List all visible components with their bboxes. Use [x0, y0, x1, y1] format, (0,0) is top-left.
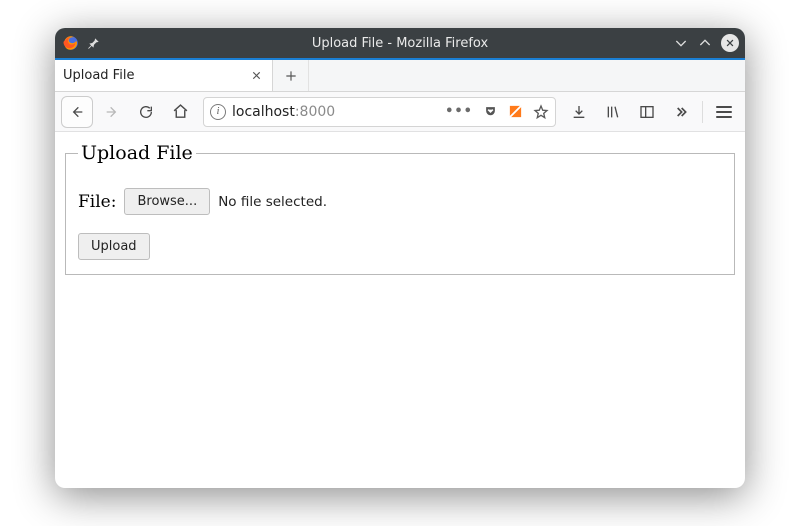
toolbar: i localhost:8000 ••• — [55, 92, 745, 132]
sidebar-button[interactable] — [632, 97, 662, 127]
overflow-button[interactable] — [666, 97, 696, 127]
bookmark-star-icon[interactable] — [533, 104, 549, 120]
forward-button[interactable] — [97, 97, 127, 127]
address-port: :8000 — [295, 104, 335, 120]
library-button[interactable] — [598, 97, 628, 127]
back-button[interactable] — [61, 96, 93, 128]
toolbar-separator — [702, 101, 703, 123]
file-label: File: — [78, 192, 116, 212]
address-text: localhost:8000 — [232, 104, 439, 120]
site-info-icon[interactable]: i — [210, 104, 226, 120]
new-tab-button[interactable] — [273, 60, 309, 91]
downloads-button[interactable] — [564, 97, 594, 127]
window-title: Upload File - Mozilla Firefox — [55, 36, 745, 51]
tabstrip: Upload File — [55, 58, 745, 92]
reload-button[interactable] — [131, 97, 161, 127]
browser-window: Upload File - Mozilla Firefox Upload Fil… — [55, 28, 745, 488]
tab-label: Upload File — [63, 68, 248, 83]
firefox-icon — [61, 33, 81, 53]
file-status-text: No file selected. — [218, 194, 327, 210]
pin-icon[interactable] — [85, 34, 103, 52]
upload-button[interactable]: Upload — [78, 233, 150, 260]
page-actions-icon[interactable]: ••• — [445, 104, 473, 119]
tab-active[interactable]: Upload File — [55, 60, 273, 91]
pocket-icon[interactable] — [483, 104, 498, 119]
close-button[interactable] — [721, 34, 739, 52]
maximize-button[interactable] — [697, 35, 713, 51]
hamburger-menu-button[interactable] — [709, 97, 739, 127]
titlebar: Upload File - Mozilla Firefox — [55, 28, 745, 58]
window-controls — [673, 34, 739, 52]
upload-fieldset: Upload File File: Browse... No file sele… — [65, 142, 735, 275]
tab-close-icon[interactable] — [248, 68, 264, 84]
file-row: File: Browse... No file selected. — [78, 188, 722, 215]
fieldset-legend: Upload File — [78, 142, 196, 164]
page-content: Upload File File: Browse... No file sele… — [55, 132, 745, 285]
urlbar[interactable]: i localhost:8000 ••• — [203, 97, 556, 127]
home-button[interactable] — [165, 97, 195, 127]
browse-button[interactable]: Browse... — [124, 188, 210, 215]
minimize-button[interactable] — [673, 35, 689, 51]
extension-icon[interactable] — [508, 104, 523, 119]
address-host: localhost — [232, 104, 295, 120]
